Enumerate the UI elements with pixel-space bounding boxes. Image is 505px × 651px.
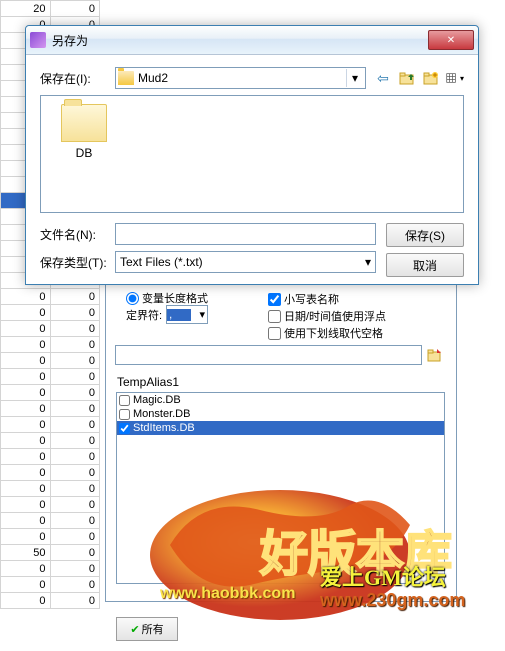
options-checks: 小写表名称 日期/时间值使用浮点 使用下划线取代空格 xyxy=(268,290,386,342)
table-row[interactable]: 00 xyxy=(1,529,100,545)
table-row[interactable]: 00 xyxy=(1,369,100,385)
list-item-check[interactable] xyxy=(119,409,130,420)
select-all-button[interactable]: ✔所有 xyxy=(116,617,178,641)
save-as-dialog: 另存为 ✕ 保存在(I): Mud2 ▾ ⇦ ▾ xyxy=(25,25,479,285)
list-item[interactable]: StdItems.DB xyxy=(117,421,444,435)
table-row[interactable]: 00 xyxy=(1,353,100,369)
table-row[interactable]: 00 xyxy=(1,465,100,481)
list-item-label: StdItems.DB xyxy=(133,422,195,434)
filetype-value: Text Files (*.txt) xyxy=(120,255,203,269)
save-in-label: 保存在(I): xyxy=(40,70,115,87)
filetype-combo[interactable]: Text Files (*.txt) ▾ xyxy=(115,251,376,273)
table-row[interactable]: 00 xyxy=(1,305,100,321)
dialog-title-text: 另存为 xyxy=(52,32,428,49)
up-folder-icon[interactable] xyxy=(398,69,416,87)
list-item[interactable]: Magic.DB xyxy=(117,393,444,407)
table-row[interactable]: 00 xyxy=(1,401,100,417)
save-button[interactable]: 保存(S) xyxy=(386,223,464,247)
filename-input[interactable] xyxy=(115,223,376,245)
list-item[interactable]: Monster.DB xyxy=(117,407,444,421)
table-row[interactable]: 00 xyxy=(1,593,100,609)
output-path-input[interactable] xyxy=(115,345,422,365)
filetype-label: 保存类型(T): xyxy=(40,254,115,271)
table-row[interactable]: 200 xyxy=(1,1,100,17)
list-item-label: Magic.DB xyxy=(133,394,181,406)
cancel-button[interactable]: 取消 xyxy=(386,253,464,277)
output-path-row xyxy=(115,345,445,365)
new-folder-icon[interactable] xyxy=(422,69,440,87)
table-row[interactable]: 00 xyxy=(1,481,100,497)
list-item-check[interactable] xyxy=(119,423,130,434)
table-row[interactable]: 00 xyxy=(1,497,100,513)
table-row[interactable]: 00 xyxy=(1,337,100,353)
filename-label: 文件名(N): xyxy=(40,226,115,243)
watermark-txt2: 爱上GM论坛 xyxy=(320,560,446,592)
browse-button[interactable] xyxy=(425,345,445,365)
table-row[interactable]: 00 xyxy=(1,385,100,401)
table-row[interactable]: 00 xyxy=(1,321,100,337)
chk-datetime[interactable] xyxy=(268,310,281,323)
dialog-icon xyxy=(30,32,46,48)
folder-item-label: DB xyxy=(49,146,119,160)
close-button[interactable]: ✕ xyxy=(428,30,474,50)
file-browser-area[interactable]: DB xyxy=(40,95,464,213)
folder-icon xyxy=(61,104,107,142)
dialog-titlebar[interactable]: 另存为 ✕ xyxy=(26,26,478,55)
watermark-url2: www.230gm.com xyxy=(320,590,465,611)
watermark-url1: www.haobbk.com xyxy=(160,585,295,603)
delimiter-combo[interactable]: ,▾ xyxy=(166,305,208,324)
folder-item-db[interactable]: DB xyxy=(49,104,119,160)
back-icon[interactable]: ⇦ xyxy=(374,69,392,87)
table-row[interactable]: 00 xyxy=(1,513,100,529)
table-row[interactable]: 00 xyxy=(1,417,100,433)
table-listbox[interactable]: Magic.DB Monster.DB StdItems.DB xyxy=(116,392,445,584)
delimiter-label: 定界符: xyxy=(126,307,162,323)
location-combo[interactable]: Mud2 ▾ xyxy=(115,67,366,89)
chevron-down-icon[interactable]: ▾ xyxy=(346,69,363,87)
view-menu-icon[interactable]: ▾ xyxy=(446,69,464,87)
folder-icon xyxy=(118,71,134,85)
table-row[interactable]: 00 xyxy=(1,449,100,465)
table-row[interactable]: 00 xyxy=(1,561,100,577)
table-row[interactable]: 00 xyxy=(1,433,100,449)
list-item-label: Monster.DB xyxy=(133,408,190,420)
list-item-check[interactable] xyxy=(119,395,130,406)
location-text: Mud2 xyxy=(138,71,168,85)
table-row[interactable]: 500 xyxy=(1,545,100,561)
table-row[interactable]: 00 xyxy=(1,577,100,593)
delimiter-row: 定界符: ,▾ xyxy=(126,305,208,324)
chk-underscore[interactable] xyxy=(268,327,281,340)
alias-label: TempAlias1 xyxy=(117,375,179,389)
chevron-down-icon: ▾ xyxy=(365,255,371,269)
